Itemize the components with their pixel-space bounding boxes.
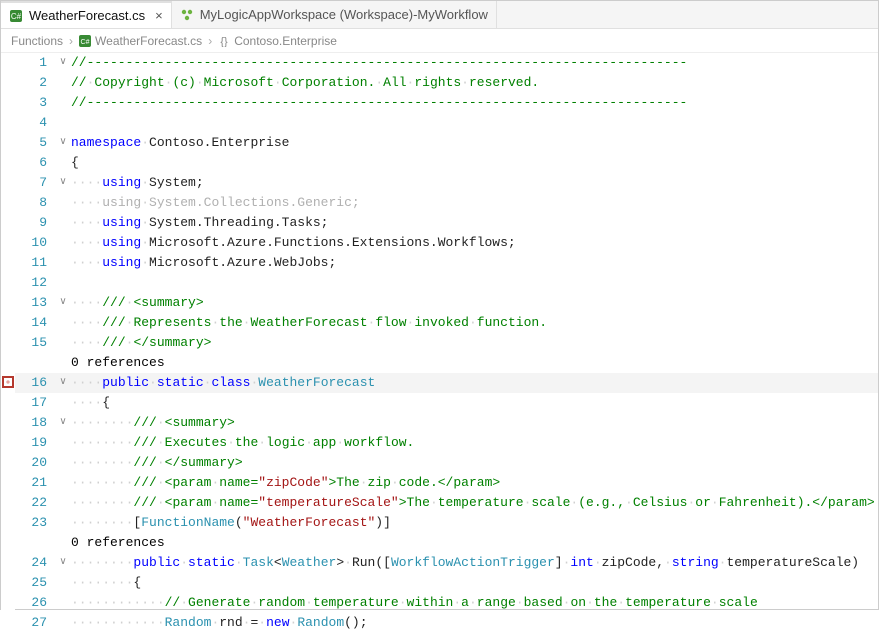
breakpoint-icon[interactable] — [2, 376, 14, 388]
tab-label: WeatherForecast.cs — [29, 8, 145, 23]
namespace-icon: {} — [218, 35, 230, 47]
tab-logicapp[interactable]: MyLogicAppWorkspace (Workspace)-MyWorkfl… — [172, 1, 497, 28]
codelens-references[interactable]: 0 references — [71, 533, 878, 553]
workflow-icon — [180, 8, 194, 22]
tab-label: MyLogicAppWorkspace (Workspace)-MyWorkfl… — [200, 7, 488, 22]
breadcrumb: Functions › C# WeatherForecast.cs › {} C… — [1, 29, 878, 53]
csharp-file-icon: C# — [79, 35, 91, 47]
svg-text:C#: C# — [11, 12, 22, 21]
breadcrumb-symbol[interactable]: Contoso.Enterprise — [234, 34, 337, 48]
breadcrumb-root[interactable]: Functions — [11, 34, 63, 48]
svg-text:C#: C# — [81, 39, 90, 46]
breadcrumb-file[interactable]: WeatherForecast.cs — [95, 34, 202, 48]
csharp-file-icon: C# — [9, 9, 23, 23]
close-icon[interactable]: × — [155, 8, 163, 23]
svg-text:{}: {} — [221, 36, 229, 47]
chevron-right-icon: › — [69, 34, 73, 48]
tab-bar: C# WeatherForecast.cs × MyLogicAppWorksp… — [1, 1, 878, 29]
codelens-references[interactable]: 0 references — [71, 353, 878, 373]
chevron-right-icon: › — [208, 34, 212, 48]
tab-weatherforecast[interactable]: C# WeatherForecast.cs × — [1, 1, 172, 28]
code-editor[interactable]: 1∨//------------------------------------… — [1, 53, 878, 609]
